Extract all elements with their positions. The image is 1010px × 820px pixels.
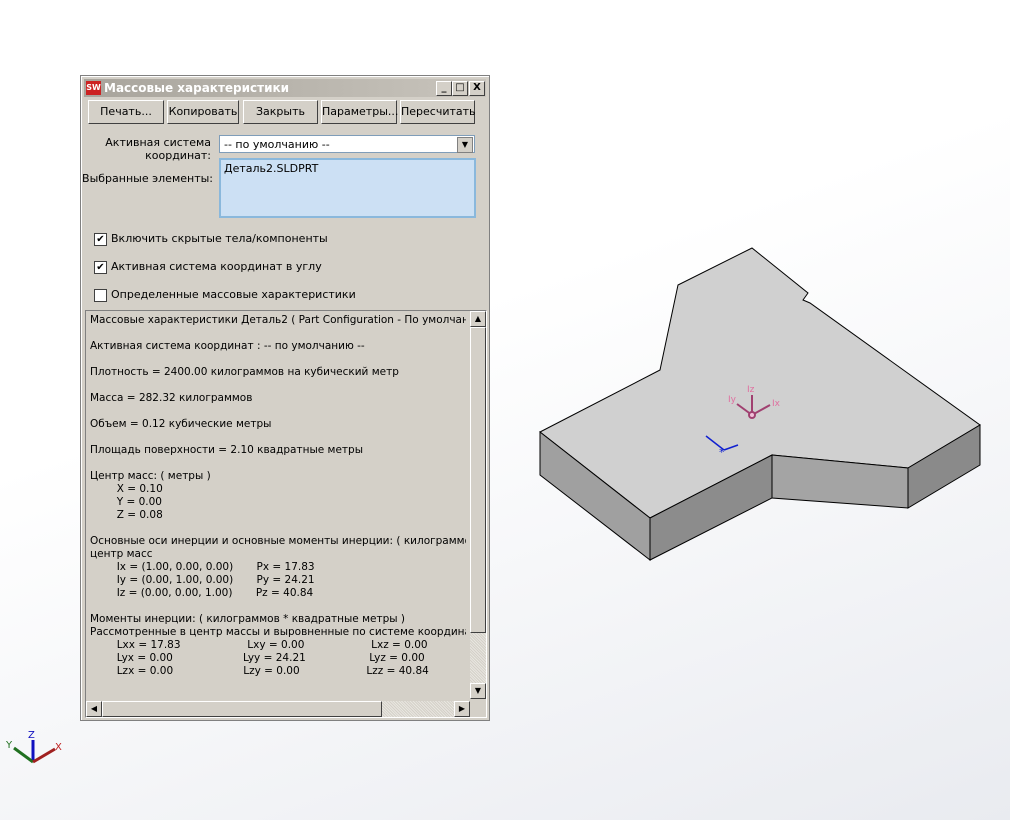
selected-items-list[interactable]: Деталь2.SLDPRT	[219, 158, 476, 218]
recalculate-button[interactable]: Пересчитать	[400, 100, 476, 124]
scroll-up-icon[interactable]: ▲	[470, 311, 486, 327]
svg-text:Iy: Iy	[728, 395, 737, 405]
title-bar[interactable]: SW Массовые характеристики _ □ X	[84, 79, 486, 97]
include-hidden-label: Включить скрытые тела/компоненты	[111, 232, 328, 245]
scroll-left-icon[interactable]: ◀	[86, 701, 102, 717]
svg-text:Z: Z	[28, 730, 35, 741]
horizontal-scroll-thumb[interactable]	[102, 701, 382, 717]
svg-text:Y: Y	[5, 740, 13, 751]
override-mass-props-checkbox[interactable]	[94, 289, 107, 302]
view-triad-icon: Z Y X	[5, 730, 62, 764]
scroll-right-icon[interactable]: ▶	[454, 701, 470, 717]
corner-coord-label: Активная система координат в углу	[111, 260, 322, 273]
chevron-down-icon[interactable]: ▼	[457, 137, 473, 153]
maximize-button[interactable]: □	[452, 81, 468, 96]
minimize-button[interactable]: _	[436, 81, 452, 96]
close-button[interactable]: Закрыть	[243, 100, 318, 124]
override-mass-props-label: Определенные массовые характеристики	[111, 288, 356, 301]
vertical-scroll-thumb[interactable]	[470, 327, 486, 633]
scroll-down-icon[interactable]: ▼	[470, 683, 486, 699]
close-window-button[interactable]: X	[469, 81, 485, 96]
options-button[interactable]: Параметры...	[321, 100, 398, 124]
coord-system-select[interactable]: -- по умолчанию -- ▼	[219, 135, 475, 153]
list-item[interactable]: Деталь2.SLDPRT	[224, 162, 471, 175]
svg-text:*: *	[719, 446, 725, 459]
window-title: Массовые характеристики	[104, 81, 290, 95]
copy-button[interactable]: Копировать	[167, 100, 239, 124]
solidworks-logo-icon: SW	[86, 81, 101, 95]
mass-properties-dialog: SW Массовые характеристики _ □ X Печать.…	[80, 75, 490, 721]
svg-text:X: X	[55, 742, 62, 753]
print-button[interactable]: Печать...	[88, 100, 164, 124]
horizontal-scrollbar[interactable]: ◀ ▶	[86, 701, 470, 717]
results-text: Массовые характеристики Деталь2 ( Part C…	[90, 314, 466, 677]
vertical-scrollbar[interactable]: ▲ ▼	[470, 311, 486, 699]
selected-items-label: Выбранные элементы:	[82, 172, 213, 185]
corner-coord-checkbox[interactable]: ✔	[94, 261, 107, 274]
results-panel[interactable]: Массовые характеристики Деталь2 ( Part C…	[85, 310, 487, 718]
include-hidden-checkbox[interactable]: ✔	[94, 233, 107, 246]
svg-text:Iz: Iz	[747, 385, 755, 395]
coord-system-label: Активная система координат:	[105, 136, 211, 162]
svg-text:Ix: Ix	[772, 399, 781, 409]
